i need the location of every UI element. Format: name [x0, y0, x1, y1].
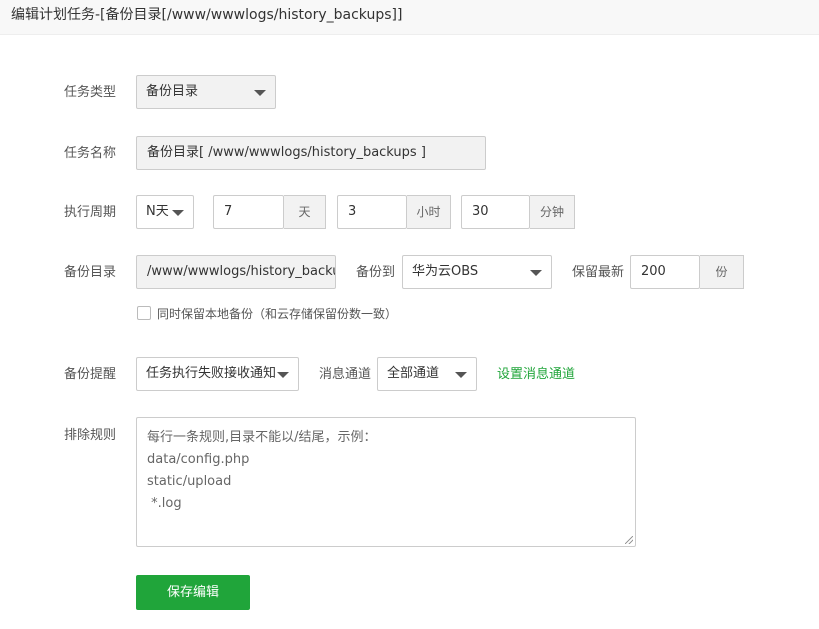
notify-value: 任务执行失败接收通知: [146, 366, 277, 381]
chevron-down-icon: [455, 372, 467, 378]
cycle-days-unit: 天: [284, 195, 326, 229]
cycle-label: 执行周期: [64, 205, 117, 220]
task-type-value: 备份目录: [146, 84, 199, 99]
placeholder-line: *.log: [147, 496, 182, 511]
save-button[interactable]: 保存编辑: [136, 575, 250, 610]
cycle-hours-input[interactable]: 3: [337, 195, 407, 229]
cycle-mode-select[interactable]: N天: [136, 195, 194, 229]
channel-value: 全部通道: [387, 366, 440, 381]
chevron-down-icon: [277, 372, 289, 378]
exclude-label: 排除规则: [64, 428, 117, 443]
task-type-label: 任务类型: [64, 85, 117, 100]
notify-select[interactable]: 任务执行失败接收通知: [136, 357, 299, 391]
backup-dir-input[interactable]: /www/wwwlogs/history_backups: [136, 255, 336, 289]
chevron-down-icon: [172, 210, 184, 216]
cycle-minutes-unit: 分钟: [530, 195, 575, 229]
channel-select[interactable]: 全部通道: [377, 357, 477, 391]
set-channel-link[interactable]: 设置消息通道: [497, 366, 575, 384]
chevron-down-icon: [254, 90, 266, 96]
cycle-days-input[interactable]: 7: [213, 195, 284, 229]
channel-label: 消息通道: [319, 367, 372, 382]
placeholder-line: static/upload: [147, 474, 232, 489]
task-name-input[interactable]: 备份目录[ /www/wwwlogs/history_backups ]: [136, 136, 486, 170]
keep-local-checkbox[interactable]: [137, 306, 151, 320]
keep-latest-unit: 份: [700, 255, 744, 289]
task-type-select[interactable]: 备份目录: [136, 75, 276, 109]
placeholder-line: 每行一条规则,目录不能以/结尾，示例：: [147, 430, 377, 445]
cycle-hours-unit: 小时: [407, 195, 451, 229]
resize-handle-icon[interactable]: [625, 536, 633, 544]
keep-latest-input[interactable]: 200: [630, 255, 700, 289]
chevron-down-icon: [530, 270, 542, 276]
exclude-rules-textarea[interactable]: 每行一条规则,目录不能以/结尾，示例： data/config.php stat…: [136, 417, 636, 547]
keep-local-label: 同时保留本地备份（和云存储保留份数一致）: [157, 307, 398, 321]
backup-to-select[interactable]: 华为云OBS: [402, 255, 552, 289]
backup-to-value: 华为云OBS: [412, 264, 479, 279]
backup-dir-label: 备份目录: [64, 265, 117, 280]
backup-to-label: 备份到: [356, 265, 396, 280]
cycle-minutes-input[interactable]: 30: [461, 195, 530, 229]
notify-label: 备份提醒: [64, 367, 117, 382]
cycle-mode-value: N天: [146, 204, 169, 219]
placeholder-line: data/config.php: [147, 452, 250, 467]
keep-latest-label: 保留最新: [572, 265, 625, 280]
task-name-label: 任务名称: [64, 146, 117, 161]
dialog-title: 编辑计划任务-[备份目录[/www/wwwlogs/history_backup…: [0, 0, 819, 35]
